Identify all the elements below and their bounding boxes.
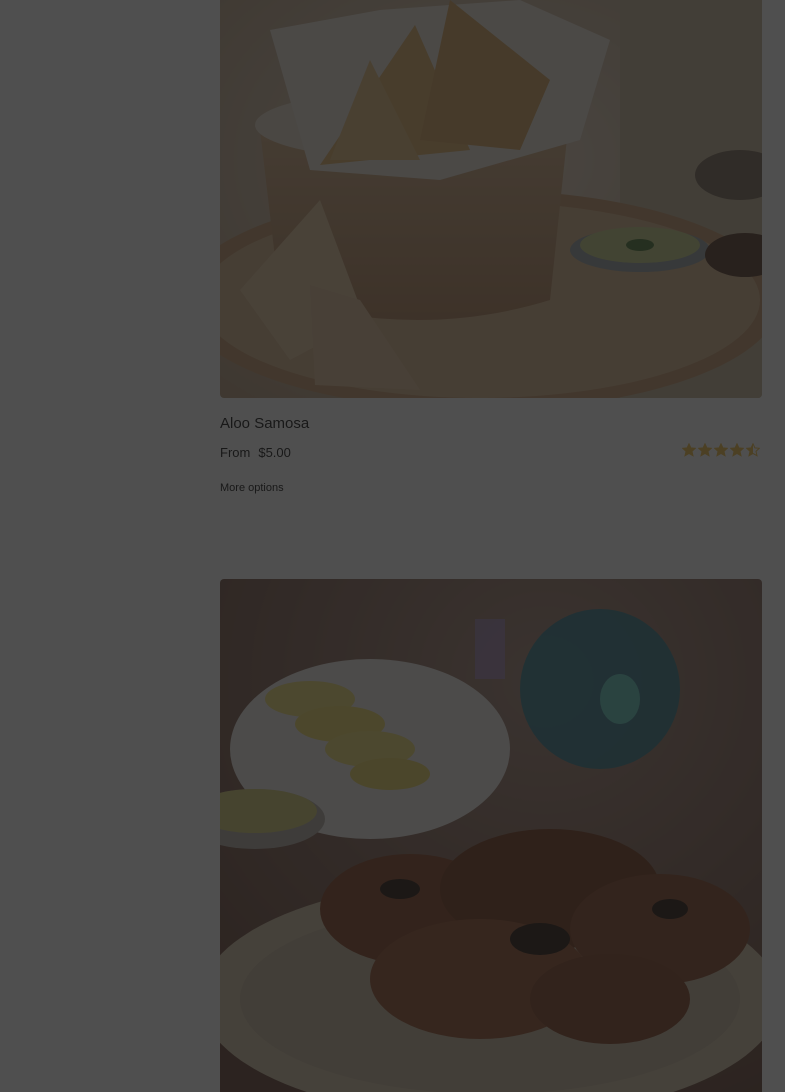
product-title[interactable]: Aloo Samosa: [220, 415, 309, 432]
star-full-icon: [698, 443, 712, 457]
star-rating: [682, 443, 760, 457]
star-half-icon: [746, 443, 760, 457]
product-card[interactable]: [220, 579, 762, 1092]
more-options-link[interactable]: More options: [220, 482, 284, 494]
product-image-tandoori-chicken[interactable]: [220, 579, 762, 1092]
price-value: $5.00: [258, 445, 291, 460]
star-full-icon: [682, 443, 696, 457]
price-prefix: From: [220, 445, 251, 460]
product-card[interactable]: Aloo Samosa From $5.00 More options: [220, 0, 762, 558]
menu-page: Aloo Samosa From $5.00 More options: [0, 0, 785, 1092]
price-row: From $5.00: [220, 445, 291, 460]
product-image-samosa[interactable]: [220, 0, 762, 398]
star-full-icon: [730, 443, 744, 457]
star-full-icon: [714, 443, 728, 457]
